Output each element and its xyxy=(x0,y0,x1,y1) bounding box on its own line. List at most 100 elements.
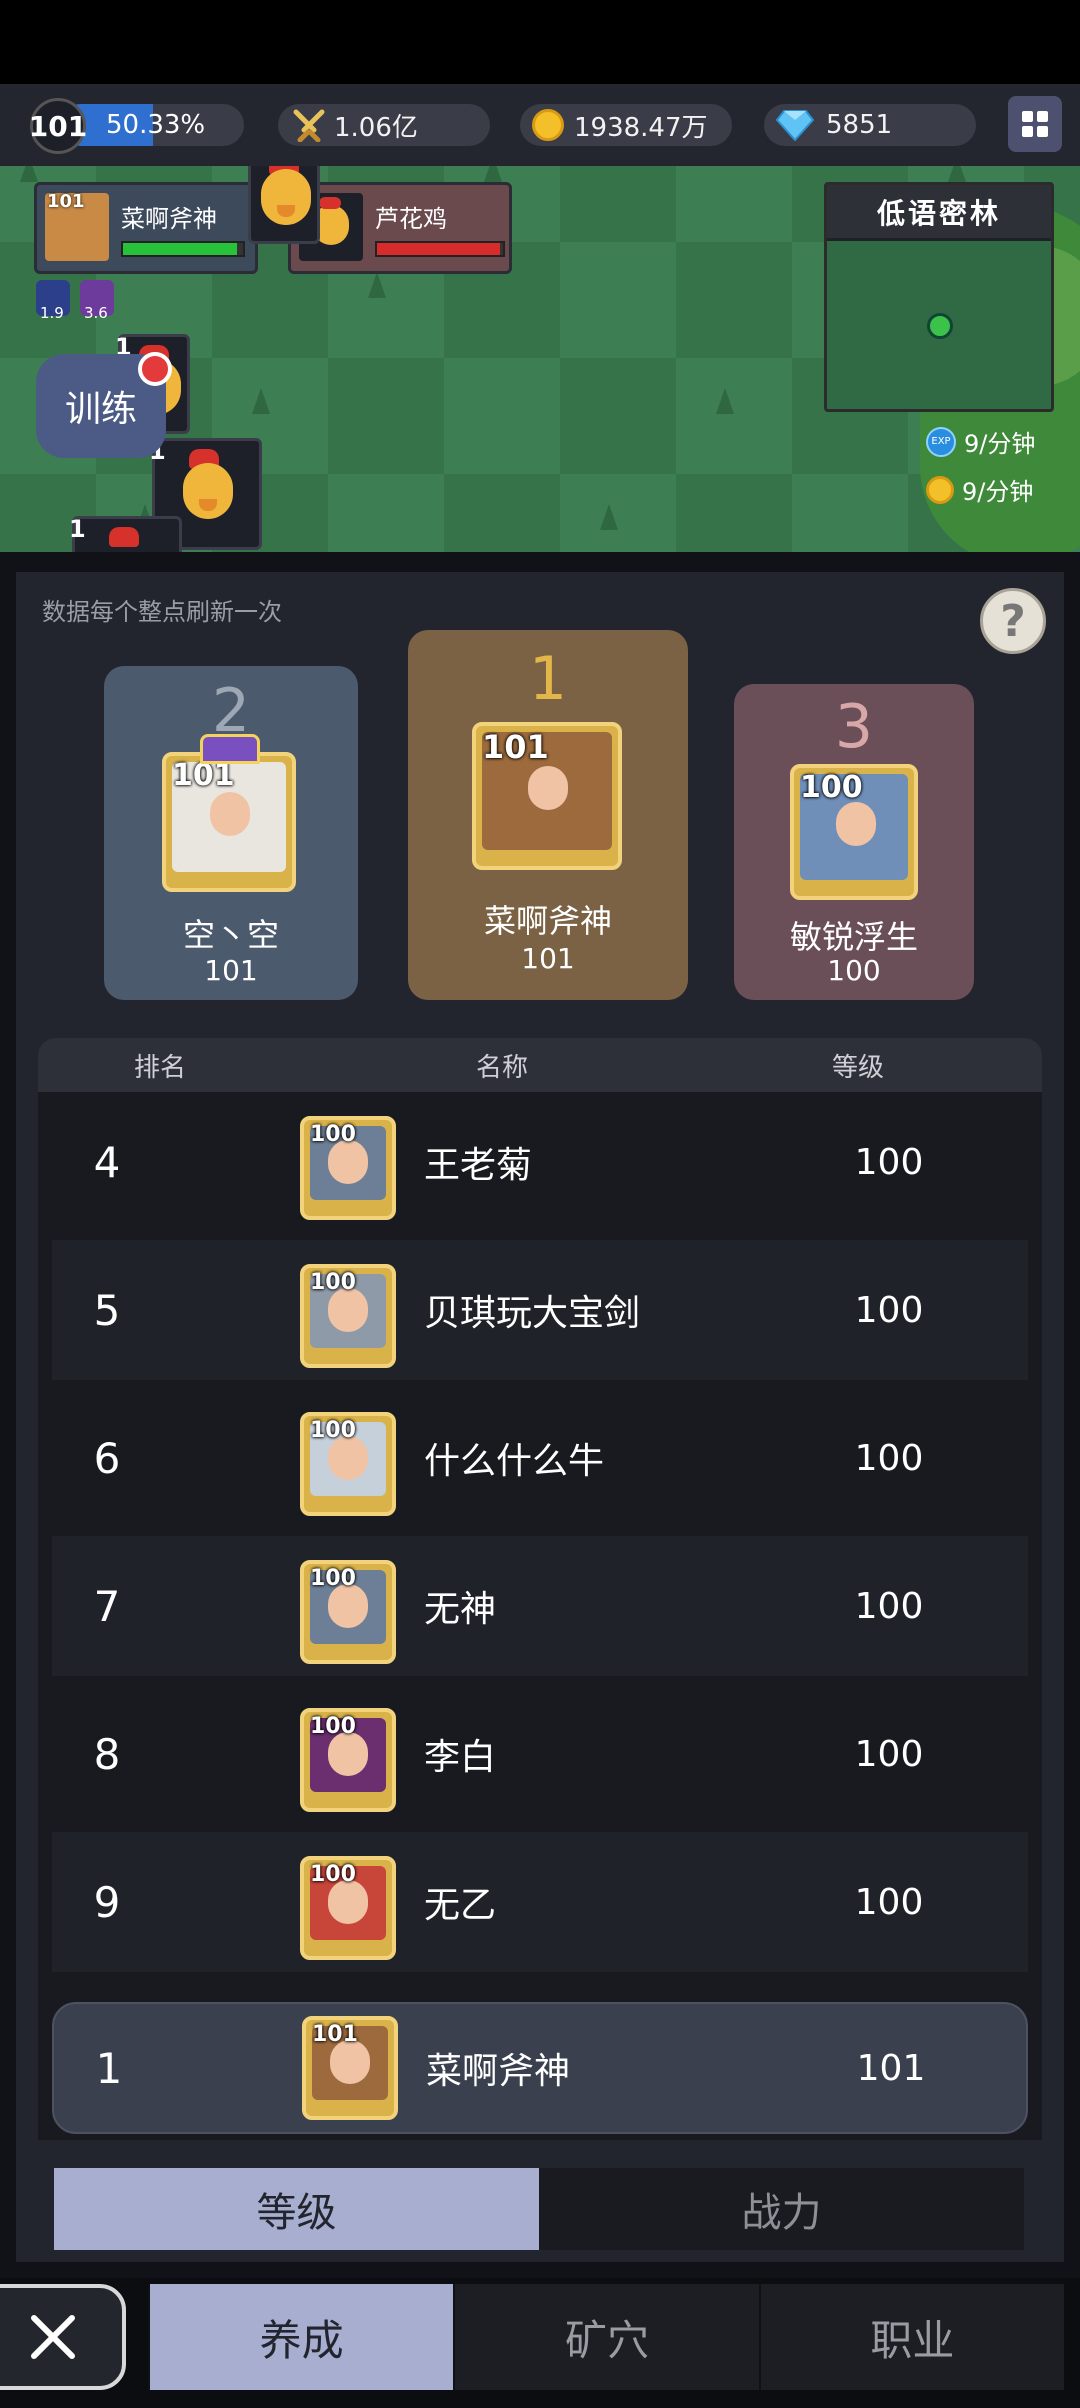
avatar-level-badge: 100 xyxy=(310,1714,356,1739)
grass-tile xyxy=(444,358,560,474)
row-level: 100 xyxy=(854,1141,924,1183)
podium-level: 101 xyxy=(521,942,575,975)
status-bar xyxy=(0,0,1080,84)
enemy-hp-fill xyxy=(377,243,501,255)
crown-icon xyxy=(200,734,260,764)
chicken-level: 1 xyxy=(69,515,86,543)
chicken-enemy[interactable]: 1 xyxy=(245,166,320,244)
row-name: 王老菊 xyxy=(424,1145,533,1186)
tab-label: 战力 xyxy=(741,2190,822,2236)
row-rank: 5 xyxy=(93,1285,121,1335)
row-name: 贝琪玩大宝剑 xyxy=(424,1293,641,1334)
player-unit-level: 101 xyxy=(47,191,85,212)
table-row[interactable]: 9 100 无乙 100 xyxy=(52,1832,1028,1972)
power-display: 1.06亿 xyxy=(278,104,490,146)
gold-coin-icon xyxy=(926,475,954,504)
blue-buff-icon: 1.9 xyxy=(36,280,70,322)
column-header-level: 等级 xyxy=(832,1052,885,1083)
avatar-level-badge: 100 xyxy=(800,770,863,805)
enemy-unit-card[interactable]: 1 芦花鸡 xyxy=(288,182,512,274)
avatar-level-badge: 100 xyxy=(310,1270,356,1295)
tab-label: 等级 xyxy=(256,2190,337,2236)
avatar-level-badge: 100 xyxy=(310,1418,356,1443)
player-map-marker xyxy=(927,313,953,339)
row-rank: 6 xyxy=(93,1433,121,1483)
avatar-level-badge: 100 xyxy=(310,1862,356,1887)
close-button[interactable] xyxy=(0,2284,126,2390)
podium-name: 敏锐浮生 xyxy=(789,918,918,956)
grass-tile xyxy=(560,242,676,358)
minimap[interactable]: 低语密林 xyxy=(824,182,1054,412)
train-label: 训练 xyxy=(64,389,137,430)
grass-tile xyxy=(676,358,792,474)
tree-decoration xyxy=(368,272,386,298)
avatar-level-badge: 101 xyxy=(312,2022,358,2047)
table-row[interactable]: 6 100 什么什么牛 100 xyxy=(52,1388,1028,1528)
grass-tile xyxy=(792,474,908,552)
podium-rank-2[interactable]: 2 101 空丶空 101 xyxy=(104,666,358,1000)
train-button[interactable]: 训练 xyxy=(36,352,172,458)
row-rank: 8 xyxy=(93,1729,121,1779)
grass-tile xyxy=(676,474,792,552)
self-rank-row[interactable]: 1 101 菜啊斧神 101 xyxy=(52,2002,1028,2134)
table-row[interactable]: 8 100 李白 100 xyxy=(52,1684,1028,1824)
gold-rate: 9/分钟 xyxy=(926,472,1033,507)
tab-label: 养成 xyxy=(259,2315,344,2365)
row-level: 100 xyxy=(854,1289,924,1331)
grass-tile xyxy=(676,166,792,242)
player-unit-card[interactable]: 101 菜啊斧神 xyxy=(34,182,258,274)
table-row[interactable]: 7 100 无神 100 xyxy=(52,1536,1028,1676)
tab-cultivate[interactable]: 养成 xyxy=(148,2284,454,2390)
grid-menu-button[interactable] xyxy=(1008,96,1062,152)
grass-tile xyxy=(560,474,676,552)
tab-label: 职业 xyxy=(870,2315,955,2365)
buff-list: 1.9 3.6 xyxy=(36,280,114,322)
row-rank: 9 xyxy=(93,1877,121,1927)
tab-mine[interactable]: 矿穴 xyxy=(453,2284,759,2390)
podium-rank-3[interactable]: 3 100 敏锐浮生 100 xyxy=(734,684,974,1000)
podium-name: 菜啊斧神 xyxy=(483,902,612,940)
chicken-enemy[interactable]: 1 xyxy=(69,515,182,552)
row-name: 菜啊斧神 xyxy=(426,2051,571,2092)
podium-rank-1[interactable]: 1 101 菜啊斧神 101 xyxy=(408,630,688,1000)
avatar-level-badge: 100 xyxy=(310,1566,356,1591)
exp-icon: EXP xyxy=(926,426,956,457)
avatar-level-badge: 100 xyxy=(310,1122,356,1147)
gold-value: 1938.47万 xyxy=(574,112,708,143)
row-name: 李白 xyxy=(424,1737,497,1778)
exp-rate: EXP 9/分钟 xyxy=(926,424,1035,459)
podium-avatar: 101 xyxy=(472,722,622,870)
row-level: 101 xyxy=(856,2047,926,2089)
tree-decoration xyxy=(716,388,734,414)
table-row[interactable]: 4 100 王老菊 100 xyxy=(52,1092,1028,1232)
player-unit-name: 菜啊斧神 xyxy=(121,205,217,233)
player-level-badge: 101 xyxy=(29,98,87,154)
tab-class[interactable]: 职业 xyxy=(758,2284,1064,2390)
close-x-icon xyxy=(31,2315,75,2359)
row-name: 无神 xyxy=(424,1589,497,1630)
row-avatar: 100 xyxy=(300,1412,396,1516)
player-hp-fill xyxy=(123,243,237,255)
row-avatar: 100 xyxy=(300,1708,396,1812)
podium-rank-number: 1 xyxy=(528,644,568,714)
table-header: 排名 名称 等级 xyxy=(38,1038,1042,1092)
resource-hud: 50.33% 101 1.06亿 1938.47万 5851 xyxy=(0,84,1080,166)
buff-value: 1.9 xyxy=(40,304,64,322)
row-rank: 7 xyxy=(93,1581,121,1631)
tab-power[interactable]: 战力 xyxy=(539,2168,1024,2250)
bottom-tabs: 养成 矿穴 职业 xyxy=(148,2284,1064,2390)
tab-level[interactable]: 等级 xyxy=(54,2168,539,2250)
table-row[interactable]: 5 100 贝琪玩大宝剑 100 xyxy=(52,1240,1028,1380)
map-name: 低语密林 xyxy=(827,185,1051,241)
purple-buff-icon: 3.6 xyxy=(80,280,114,322)
row-rank: 1 xyxy=(95,2043,123,2093)
row-rank: 4 xyxy=(93,1137,121,1187)
help-button[interactable]: ? xyxy=(980,588,1046,654)
power-value: 1.06亿 xyxy=(334,112,418,143)
enemy-unit-name: 芦花鸡 xyxy=(375,205,447,233)
grass-tile xyxy=(328,474,444,552)
xp-bar: 50.33% xyxy=(60,104,244,146)
row-level: 100 xyxy=(854,1585,924,1627)
refresh-note: 数据每个整点刷新一次 xyxy=(42,598,282,626)
xp-percent: 50.33% xyxy=(106,110,206,140)
